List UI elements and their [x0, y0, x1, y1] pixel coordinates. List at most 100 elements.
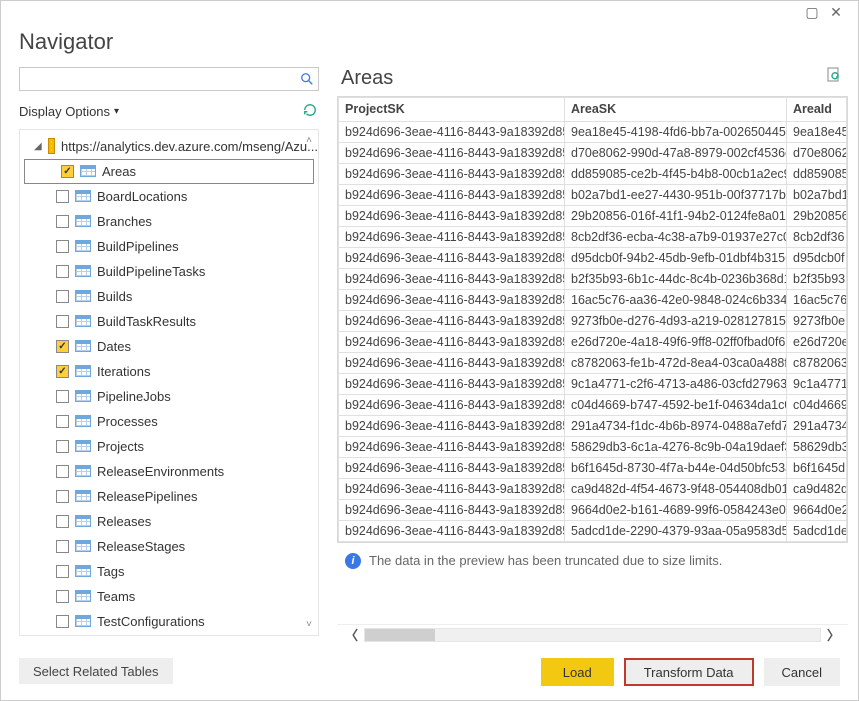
tree-item-branches[interactable]: Branches: [20, 209, 318, 234]
checkbox[interactable]: ✓: [61, 165, 74, 178]
tree-item-releasepipelines[interactable]: ReleasePipelines: [20, 484, 318, 509]
tree-item-label: PipelineJobs: [97, 389, 171, 404]
checkbox[interactable]: [56, 515, 69, 528]
table-row[interactable]: b924d696-3eae-4116-8443-9a18392d8544291a…: [339, 415, 847, 436]
load-button[interactable]: Load: [541, 658, 614, 686]
table-row[interactable]: b924d696-3eae-4116-8443-9a18392d8544c04d…: [339, 394, 847, 415]
data-source-label: https://analytics.dev.azure.com/mseng/Az…: [61, 139, 318, 154]
checkbox[interactable]: [56, 215, 69, 228]
tree-item-label: Processes: [97, 414, 158, 429]
table-row[interactable]: b924d696-3eae-4116-8443-9a18392d8544dd85…: [339, 163, 847, 184]
truncated-info: i The data in the preview has been trunc…: [337, 543, 848, 575]
transform-data-button[interactable]: Transform Data: [624, 658, 754, 686]
checkbox[interactable]: [56, 240, 69, 253]
table-row[interactable]: b924d696-3eae-4116-8443-9a18392d854429b2…: [339, 205, 847, 226]
checkbox[interactable]: [56, 190, 69, 203]
collapse-icon[interactable]: ◢: [34, 141, 42, 152]
checkbox[interactable]: [56, 440, 69, 453]
column-header[interactable]: AreaSK: [565, 97, 787, 121]
tree-item-dates[interactable]: ✓Dates: [20, 334, 318, 359]
table-row[interactable]: b924d696-3eae-4116-8443-9a18392d85449664…: [339, 499, 847, 520]
checkbox[interactable]: [56, 415, 69, 428]
scroll-track[interactable]: [364, 628, 821, 642]
tree-scrollbar[interactable]: ˄ ˅: [301, 134, 317, 631]
scroll-down-icon[interactable]: ˅: [306, 617, 312, 631]
column-header[interactable]: AreaId: [787, 97, 847, 121]
table-icon: [75, 265, 91, 277]
checkbox[interactable]: [56, 290, 69, 303]
checkbox[interactable]: [56, 540, 69, 553]
checkbox[interactable]: [56, 390, 69, 403]
table-row[interactable]: b924d696-3eae-4116-8443-9a18392d85449c1a…: [339, 373, 847, 394]
tree-item-label: Areas: [102, 164, 136, 179]
refresh-preview-icon[interactable]: [826, 67, 842, 88]
table-row[interactable]: b924d696-3eae-4116-8443-9a18392d854416ac…: [339, 289, 847, 310]
tree-item-buildpipelines[interactable]: BuildPipelines: [20, 234, 318, 259]
cell: b2f35b93-6b1c-44dc-8c4b-0236b368d18f: [565, 268, 787, 289]
table-icon: [75, 415, 91, 427]
tree-item-releases[interactable]: Releases: [20, 509, 318, 534]
scroll-left-icon[interactable]: 〈: [345, 625, 358, 644]
checkbox[interactable]: [56, 315, 69, 328]
table-row[interactable]: b924d696-3eae-4116-8443-9a18392d85449ea1…: [339, 121, 847, 142]
checkbox[interactable]: [56, 490, 69, 503]
table-icon: [75, 390, 91, 402]
checkbox[interactable]: [56, 265, 69, 278]
search-box[interactable]: [19, 67, 319, 91]
tree-item-releaseenvironments[interactable]: ReleaseEnvironments: [20, 459, 318, 484]
tree-item-areas[interactable]: ✓ Areas: [24, 159, 314, 184]
tree-item-builds[interactable]: Builds: [20, 284, 318, 309]
table-row[interactable]: b924d696-3eae-4116-8443-9a18392d8544ca9d…: [339, 478, 847, 499]
preview-hscrollbar[interactable]: 〈 〉: [337, 624, 848, 644]
maximize-button[interactable]: ▢: [800, 4, 824, 22]
table-row[interactable]: b924d696-3eae-4116-8443-9a18392d85445862…: [339, 436, 847, 457]
close-button[interactable]: ✕: [824, 4, 848, 22]
tree-item-teams[interactable]: Teams: [20, 584, 318, 609]
display-options: Display Options ▾: [19, 101, 319, 123]
display-options-dropdown[interactable]: Display Options ▾: [19, 104, 119, 119]
checkbox[interactable]: ✓: [56, 365, 69, 378]
select-related-tables-button[interactable]: Select Related Tables: [19, 658, 173, 684]
tree-item-boardlocations[interactable]: BoardLocations: [20, 184, 318, 209]
cancel-button[interactable]: Cancel: [764, 658, 840, 686]
table-row[interactable]: b924d696-3eae-4116-8443-9a18392d8544c878…: [339, 352, 847, 373]
cell: b924d696-3eae-4116-8443-9a18392d8544: [339, 415, 565, 436]
cell: e26d720e-4a18-49f6-9ff8-02ff0fbad0f6: [565, 331, 787, 352]
preview-header: Areas: [337, 67, 848, 96]
tree-item-releasestages[interactable]: ReleaseStages: [20, 534, 318, 559]
scroll-up-icon[interactable]: ˄: [306, 134, 312, 148]
tree-item-processes[interactable]: Processes: [20, 409, 318, 434]
tree-item-tags[interactable]: Tags: [20, 559, 318, 584]
table-row[interactable]: b924d696-3eae-4116-8443-9a18392d8544b6f1…: [339, 457, 847, 478]
refresh-icon[interactable]: [301, 103, 319, 120]
tree-item-testconfigurations[interactable]: TestConfigurations: [20, 609, 318, 634]
table-icon: [75, 215, 91, 227]
search-input[interactable]: [20, 68, 296, 90]
chevron-down-icon: ▾: [114, 106, 119, 117]
checkbox[interactable]: [56, 615, 69, 628]
table-row[interactable]: b924d696-3eae-4116-8443-9a18392d85449273…: [339, 310, 847, 331]
table-row[interactable]: b924d696-3eae-4116-8443-9a18392d8544d95d…: [339, 247, 847, 268]
table-row[interactable]: b924d696-3eae-4116-8443-9a18392d8544b02a…: [339, 184, 847, 205]
checkbox[interactable]: [56, 465, 69, 478]
table-row[interactable]: b924d696-3eae-4116-8443-9a18392d8544b2f3…: [339, 268, 847, 289]
cell: b924d696-3eae-4116-8443-9a18392d8544: [339, 436, 565, 457]
column-header[interactable]: ProjectSK: [339, 97, 565, 121]
scroll-right-icon[interactable]: 〉: [827, 625, 840, 644]
cell: 16ac5c76-aa36-42e0-9848-024c6b334f2f: [565, 289, 787, 310]
checkbox[interactable]: [56, 565, 69, 578]
table-row[interactable]: b924d696-3eae-4116-8443-9a18392d85448cb2…: [339, 226, 847, 247]
tree-item-buildtaskresults[interactable]: BuildTaskResults: [20, 309, 318, 334]
checkbox[interactable]: [56, 590, 69, 603]
tree-item-pipelinejobs[interactable]: PipelineJobs: [20, 384, 318, 409]
table-row[interactable]: b924d696-3eae-4116-8443-9a18392d8544d70e…: [339, 142, 847, 163]
tree-item-projects[interactable]: Projects: [20, 434, 318, 459]
checkbox[interactable]: ✓: [56, 340, 69, 353]
table-row[interactable]: b924d696-3eae-4116-8443-9a18392d8544e26d…: [339, 331, 847, 352]
scroll-thumb[interactable]: [365, 629, 435, 641]
search-icon[interactable]: [296, 72, 318, 86]
data-source-node[interactable]: ◢ https://analytics.dev.azure.com/mseng/…: [20, 134, 318, 159]
tree-item-iterations[interactable]: ✓Iterations: [20, 359, 318, 384]
table-row[interactable]: b924d696-3eae-4116-8443-9a18392d85445adc…: [339, 520, 847, 541]
tree-item-buildpipelinetasks[interactable]: BuildPipelineTasks: [20, 259, 318, 284]
